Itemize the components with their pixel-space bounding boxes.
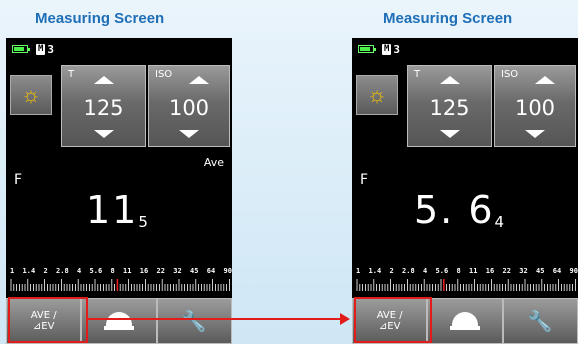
scale-label: 5.6 xyxy=(435,267,449,275)
dome-icon xyxy=(103,310,134,332)
shutter-up-arrow-icon[interactable] xyxy=(93,76,114,84)
right-caption: Measuring Screen xyxy=(383,10,513,27)
iso-down-arrow-icon[interactable] xyxy=(179,130,199,138)
shutter-label: T xyxy=(68,69,75,80)
aperture-scale-labels: 1 1.4 2 2.8 4 5.6 8 11 16 22 32 45 64 90 xyxy=(10,267,232,275)
scale-label: 11 xyxy=(469,267,478,275)
aperture-scale-labels: 1 1.4 2 2.8 4 5.6 8 11 16 22 32 45 64 90 xyxy=(356,267,578,275)
memory-count: 3 xyxy=(393,42,401,56)
status-bar: M 3 xyxy=(358,42,400,56)
aperture-scale-ticks xyxy=(356,279,576,291)
scale-label: 90 xyxy=(569,267,578,275)
memory-button[interactable] xyxy=(427,298,503,344)
f-label: F xyxy=(14,172,23,188)
f-number-reading: 5. 64 xyxy=(414,188,504,232)
dome-icon xyxy=(449,310,480,332)
scale-label: 4 xyxy=(423,267,428,275)
measuring-mode-button[interactable]: ☼ xyxy=(356,75,398,115)
shutter-down-arrow-icon[interactable] xyxy=(439,130,460,138)
scale-label: 22 xyxy=(156,267,165,275)
scale-label: 1.4 xyxy=(368,267,382,275)
f-number-reading: 115 xyxy=(86,188,148,232)
memory-count: 3 xyxy=(47,42,55,56)
iso-value: 100 xyxy=(514,96,556,120)
f-number-tenths: 4 xyxy=(494,213,505,231)
f-number-main: 11 xyxy=(86,188,139,232)
shutter-speed-control[interactable]: T 125 xyxy=(61,65,146,147)
scale-label: 11 xyxy=(123,267,132,275)
sun-icon: ☼ xyxy=(20,82,42,107)
battery-icon xyxy=(358,45,376,53)
iso-value: 100 xyxy=(168,96,210,120)
iso-down-arrow-icon[interactable] xyxy=(525,130,545,138)
shutter-up-arrow-icon[interactable] xyxy=(439,76,460,84)
iso-up-arrow-icon[interactable] xyxy=(188,76,209,84)
f-number-main: 5. 6 xyxy=(414,188,495,232)
scale-label: 16 xyxy=(139,267,149,275)
memory-button[interactable] xyxy=(81,298,157,344)
scale-label: 64 xyxy=(206,267,216,275)
ave-tag: Ave xyxy=(203,156,224,169)
scale-label: 4 xyxy=(77,267,82,275)
wrench-icon: 🔧 xyxy=(527,310,553,333)
iso-label: ISO xyxy=(501,69,519,80)
scale-label: 45 xyxy=(190,267,199,275)
memory-label: M xyxy=(36,43,46,55)
sun-icon: ☼ xyxy=(366,82,388,107)
iso-control[interactable]: ISO 100 xyxy=(148,65,230,147)
scale-label: 1.4 xyxy=(22,267,36,275)
battery-icon xyxy=(12,45,30,53)
aperture-scale-ticks xyxy=(10,279,230,291)
memory-indicator: M 3 xyxy=(382,43,400,56)
scale-label: 1 xyxy=(10,267,15,275)
f-number-tenths: 5 xyxy=(138,213,148,231)
iso-up-arrow-icon[interactable] xyxy=(534,76,555,84)
scale-label: 64 xyxy=(552,267,562,275)
scale-label: 2 xyxy=(43,267,48,275)
connector-arrow-line xyxy=(88,318,340,320)
scale-label: 45 xyxy=(536,267,545,275)
status-bar: M 3 xyxy=(12,42,54,56)
scale-label: 5.6 xyxy=(89,267,103,275)
shutter-label: T xyxy=(414,69,421,80)
top-controls: ☼ T 125 ISO 100 xyxy=(6,63,232,147)
f-label: F xyxy=(360,172,369,188)
iso-control[interactable]: ISO 100 xyxy=(494,65,576,147)
shutter-down-arrow-icon[interactable] xyxy=(93,130,114,138)
settings-button[interactable]: 🔧 xyxy=(502,298,578,344)
connector-arrow-head-icon xyxy=(340,313,350,325)
scale-label: 2.8 xyxy=(402,267,415,275)
scale-label: 1 xyxy=(356,267,361,275)
measuring-mode-button[interactable]: ☼ xyxy=(10,75,52,115)
scale-label: 8 xyxy=(110,267,115,275)
top-controls: ☼ T 125 ISO 100 xyxy=(352,63,578,147)
memory-label: M xyxy=(382,43,392,55)
scale-label: 32 xyxy=(173,267,182,275)
right-ave-highlight xyxy=(354,297,432,343)
shutter-speed-control[interactable]: T 125 xyxy=(407,65,492,147)
scale-label: 2 xyxy=(389,267,394,275)
settings-button[interactable]: 🔧 xyxy=(156,298,232,344)
scale-label: 22 xyxy=(502,267,511,275)
scale-label: 8 xyxy=(456,267,461,275)
memory-indicator: M 3 xyxy=(36,43,54,56)
left-caption: Measuring Screen xyxy=(35,10,165,27)
wrench-icon: 🔧 xyxy=(181,310,207,333)
shutter-value: 125 xyxy=(429,96,470,120)
scale-label: 32 xyxy=(519,267,528,275)
scale-label: 90 xyxy=(223,267,232,275)
shutter-value: 125 xyxy=(83,96,124,120)
iso-label: ISO xyxy=(155,69,173,80)
scale-label: 2.8 xyxy=(56,267,69,275)
left-ave-highlight xyxy=(8,297,88,343)
scale-label: 16 xyxy=(485,267,495,275)
